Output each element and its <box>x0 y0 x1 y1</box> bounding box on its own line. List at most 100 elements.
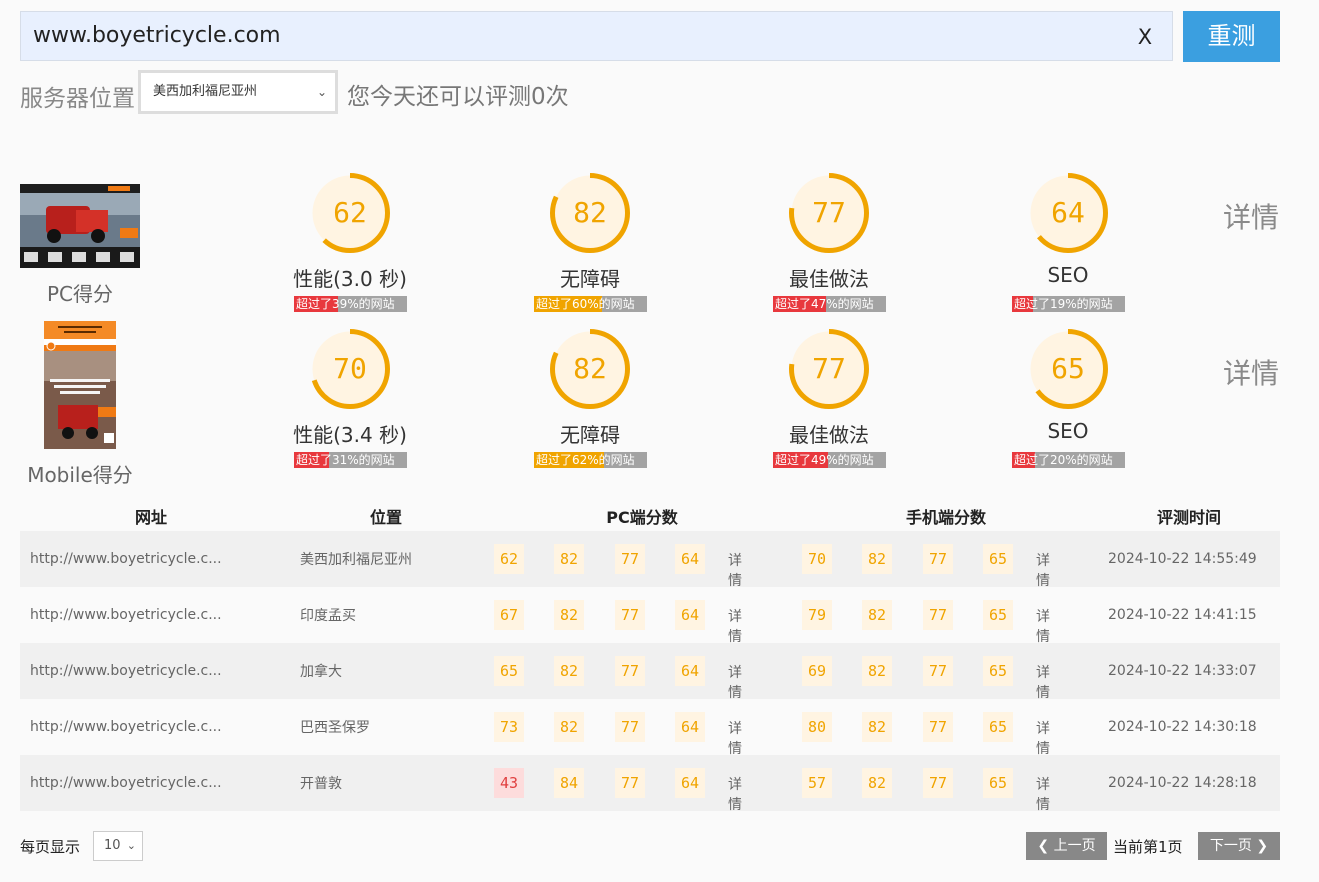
mobile-accessibility-label: 无障碍 <box>560 423 620 447</box>
history-table: 网址 位置 PC端分数 手机端分数 评测时间 http://www.boyetr… <box>20 500 1280 814</box>
table-mobile-score: 70 <box>802 544 832 574</box>
history-table-body: http://www.boyetricycle.c... 美西加利福尼亚州 62 82… <box>20 531 1280 814</box>
table-pc-score: 65 <box>494 656 524 686</box>
table-row: http://www.boyetricycle.c... 巴西圣保罗 73 82 77 6… <box>20 699 1280 758</box>
url-input[interactable]: www.boyetricycle.com <box>20 11 1173 61</box>
mobile-seo-gauge: 65 <box>1027 328 1109 410</box>
table-test-time: 2024-10-22 14:33:07 <box>1098 643 1280 699</box>
header-test-time: 评测时间 <box>1156 507 1221 527</box>
table-url-link[interactable]: http://www.boyetricycle.c... <box>20 755 282 811</box>
table-pc-score: 82 <box>554 656 584 686</box>
table-row: http://www.boyetricycle.c... 加拿大 65 82 77 64 详… <box>20 643 1280 702</box>
table-pc-score: 82 <box>554 600 584 630</box>
table-mobile-score: 57 <box>802 768 832 798</box>
mobile-best-practices-label: 最佳做法 <box>789 423 869 447</box>
table-pc-score: 77 <box>615 656 645 686</box>
table-pc-score: 77 <box>615 712 645 742</box>
table-url-link[interactable]: http://www.boyetricycle.c... <box>20 531 282 587</box>
table-location: 巴西圣保罗 <box>282 699 490 755</box>
table-pc-score: 64 <box>675 656 705 686</box>
table-mobile-score: 80 <box>802 712 832 742</box>
table-mobile-detail-link[interactable]: 详情 <box>1036 662 1050 702</box>
prev-page-button[interactable]: ❮ 上一页 <box>1026 832 1107 860</box>
table-pc-scores: 43 84 77 64 详情 <box>490 755 794 814</box>
header-location: 位置 <box>369 507 402 527</box>
table-location: 印度孟买 <box>282 587 490 643</box>
pc-accessibility-score: 82 <box>573 196 607 229</box>
table-pc-score: 82 <box>554 712 584 742</box>
header-pc-score: PC端分数 <box>606 507 678 527</box>
mobile-seo-percentile-text: 超过了20%的网站 <box>1014 453 1113 467</box>
clear-input-button[interactable]: X <box>1131 23 1159 51</box>
table-mobile-scores: 79 82 77 65 详情 <box>794 587 1098 646</box>
pc-accessibility-percentile-bar: 超过了60%的网站 <box>534 296 647 312</box>
table-pc-score: 77 <box>615 768 645 798</box>
mobile-performance-percentile-text: 超过了31%的网站 <box>296 453 395 467</box>
pc-seo-label: SEO <box>1047 263 1089 287</box>
table-mobile-score: 65 <box>983 544 1013 574</box>
table-mobile-score: 82 <box>862 768 892 798</box>
table-pc-scores: 73 82 77 64 详情 <box>490 699 794 758</box>
table-header-row: 网址 位置 PC端分数 手机端分数 评测时间 <box>20 500 1280 531</box>
pc-detail-link[interactable]: 详情 <box>1223 196 1279 236</box>
pc-seo-percentile-text: 超过了19%的网站 <box>1014 297 1113 311</box>
table-row: http://www.boyetricycle.c... 美西加利福尼亚州 62 82… <box>20 531 1280 590</box>
quota-text: 您今天还可以评测0次 <box>347 84 569 110</box>
pc-best-practices-percentile-text: 超过了47%的网站 <box>775 297 874 311</box>
header-url: 网址 <box>134 507 167 527</box>
table-row: http://www.boyetricycle.c... 印度孟买 67 82 77 64… <box>20 587 1280 646</box>
pc-screenshot-thumbnail <box>20 184 140 268</box>
table-mobile-score: 69 <box>802 656 832 686</box>
table-pc-detail-link[interactable]: 详情 <box>728 718 742 758</box>
header-mobile-score: 手机端分数 <box>905 507 986 527</box>
table-mobile-score: 77 <box>923 600 953 630</box>
table-mobile-detail-link[interactable]: 详情 <box>1036 606 1050 646</box>
table-url-link[interactable]: http://www.boyetricycle.c... <box>20 643 282 699</box>
table-mobile-score: 65 <box>983 600 1013 630</box>
table-mobile-scores: 57 82 77 65 详情 <box>794 755 1098 814</box>
next-page-label: 下一页 <box>1209 838 1252 854</box>
table-mobile-score: 77 <box>923 768 953 798</box>
table-pc-score: 73 <box>494 712 524 742</box>
table-mobile-score: 77 <box>923 544 953 574</box>
table-mobile-detail-link[interactable]: 详情 <box>1036 550 1050 590</box>
mobile-performance-score: 70 <box>333 352 367 385</box>
table-row: http://www.boyetricycle.c... 开普敦 43 84 77 64 详… <box>20 755 1280 814</box>
pc-performance-gauge: 62 <box>309 172 391 254</box>
table-mobile-score: 77 <box>923 656 953 686</box>
pc-seo-percentile-bar: 超过了19%的网站 <box>1012 296 1125 312</box>
table-mobile-score: 82 <box>862 600 892 630</box>
mobile-best-practices-percentile-text: 超过了49%的网站 <box>775 453 874 467</box>
table-url-link[interactable]: http://www.boyetricycle.c... <box>20 587 282 643</box>
table-pc-scores: 67 82 77 64 详情 <box>490 587 794 646</box>
table-mobile-score: 65 <box>983 656 1013 686</box>
table-pc-detail-link[interactable]: 详情 <box>728 662 742 702</box>
per-page-select[interactable]: 10 ⌄ <box>93 831 143 861</box>
retest-button[interactable]: 重测 <box>1183 11 1280 62</box>
pc-best-practices-percentile-bar: 超过了47%的网站 <box>773 296 886 312</box>
chevron-down-icon: ⌄ <box>316 85 327 99</box>
mobile-best-practices-gauge: 77 <box>788 328 870 410</box>
per-page-value: 10 <box>104 838 121 853</box>
table-mobile-score: 77 <box>923 712 953 742</box>
mobile-accessibility-score: 82 <box>573 352 607 385</box>
table-mobile-detail-link[interactable]: 详情 <box>1036 774 1050 814</box>
table-pc-detail-link[interactable]: 详情 <box>728 774 742 814</box>
pc-performance-percentile-text: 超过了39%的网站 <box>296 297 395 311</box>
pc-seo-gauge: 64 <box>1027 172 1109 254</box>
mobile-seo-score: 65 <box>1051 352 1085 385</box>
table-pc-scores: 65 82 77 64 详情 <box>490 643 794 702</box>
table-pc-detail-link[interactable]: 详情 <box>728 606 742 646</box>
table-pc-detail-link[interactable]: 详情 <box>728 550 742 590</box>
table-url-link[interactable]: http://www.boyetricycle.c... <box>20 699 282 755</box>
server-location-select[interactable]: 美西加利福尼亚州 ⌄ <box>138 70 338 114</box>
mobile-seo-label: SEO <box>1047 419 1089 443</box>
mobile-detail-link[interactable]: 详情 <box>1223 352 1279 392</box>
table-test-time: 2024-10-22 14:55:49 <box>1098 531 1280 587</box>
mobile-best-practices-percentile-bar: 超过了49%的网站 <box>773 452 886 468</box>
per-page-label: 每页显示 <box>20 838 81 856</box>
next-page-button[interactable]: 下一页 ❯ <box>1198 832 1280 860</box>
pc-accessibility-gauge: 82 <box>549 172 631 254</box>
table-mobile-detail-link[interactable]: 详情 <box>1036 718 1050 758</box>
table-pc-score: 64 <box>675 712 705 742</box>
